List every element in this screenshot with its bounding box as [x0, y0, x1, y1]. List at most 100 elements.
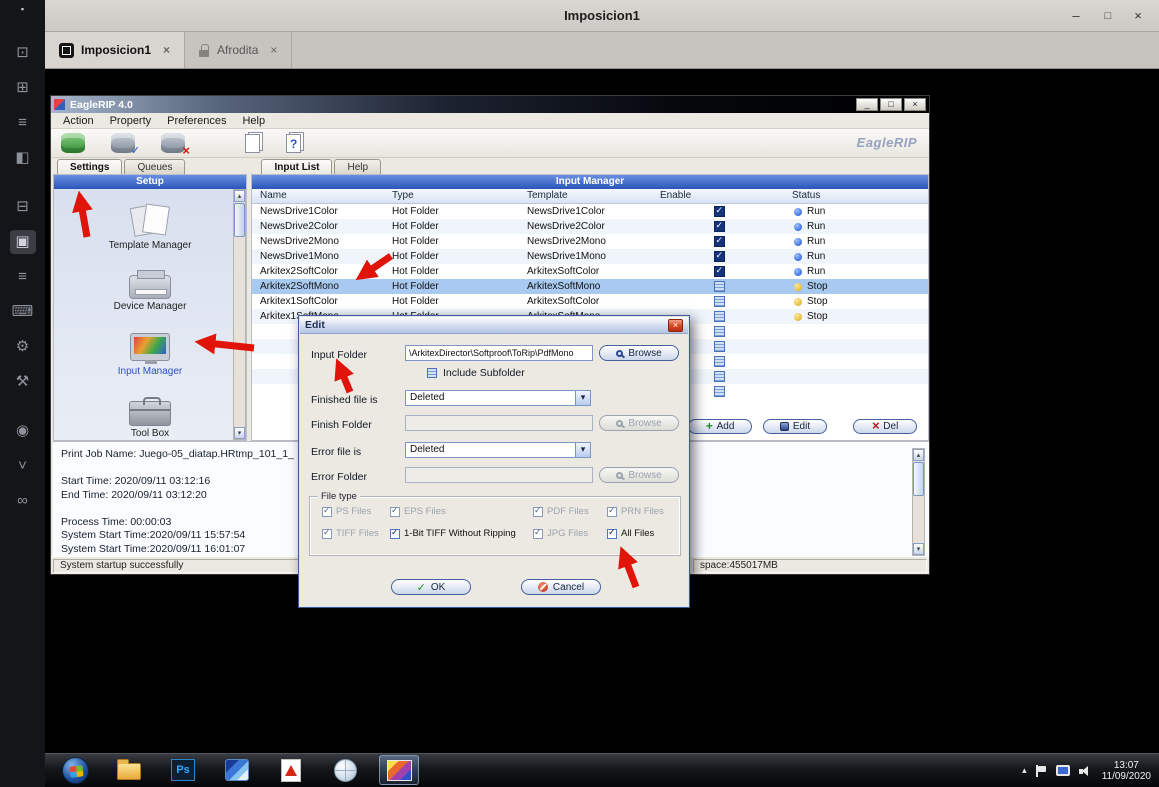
enable-checkbox[interactable] — [714, 221, 725, 232]
eaglerip-maximize-button[interactable]: □ — [880, 98, 902, 111]
pdf-reader-icon[interactable] — [271, 755, 311, 785]
menu-item[interactable]: Preferences — [159, 115, 234, 127]
display-view-icon[interactable]: ▣ — [10, 230, 36, 254]
action-center-flag-icon[interactable] — [1036, 765, 1047, 777]
scroll-thumb[interactable] — [913, 462, 924, 496]
photoshop-icon[interactable]: Ps — [163, 755, 203, 785]
input-folder-field[interactable] — [405, 345, 593, 361]
close-button[interactable]: × — [1127, 8, 1149, 23]
edit-dialog-titlebar[interactable]: Edit × — [300, 317, 688, 334]
enable-checkbox[interactable] — [714, 386, 725, 397]
del-button[interactable]: Del — [853, 419, 917, 434]
link-icon[interactable]: ∞ — [10, 489, 36, 513]
tab-imposicion1[interactable]: Imposicion1 × — [45, 32, 185, 68]
copy-document-icon[interactable] — [245, 134, 260, 153]
browser-icon[interactable] — [325, 755, 365, 785]
menu-item[interactable]: Property — [102, 115, 160, 127]
scroll-down-icon[interactable] — [913, 543, 924, 555]
viewer-titlebar[interactable]: Imposicion1 – □ × — [45, 0, 1159, 32]
explorer-icon[interactable] — [109, 755, 149, 785]
fullscreen-icon[interactable]: ⊞ — [10, 76, 36, 100]
ps-files-checkbox[interactable]: PS Files — [322, 506, 390, 517]
tab-close-icon[interactable]: × — [270, 43, 277, 57]
eaglerip-close-button[interactable]: × — [904, 98, 926, 111]
keyboard-icon[interactable]: ⌨ — [10, 300, 36, 324]
column-header-name[interactable]: Name — [260, 190, 287, 201]
enable-checkbox[interactable] — [714, 266, 725, 277]
enable-checkbox[interactable] — [714, 326, 725, 337]
tab-settings[interactable]: Settings — [57, 159, 122, 174]
add-button[interactable]: Add — [688, 419, 752, 434]
enable-checkbox[interactable] — [714, 296, 725, 307]
input-row[interactable]: Arkitex2SoftColor Hot Folder ArkitexSoft… — [252, 264, 928, 279]
chevron-down-icon[interactable]: ˅ — [10, 454, 36, 478]
enable-checkbox[interactable] — [714, 206, 725, 217]
enable-checkbox[interactable] — [714, 251, 725, 262]
column-header-type[interactable]: Type — [392, 190, 414, 201]
tab-queues[interactable]: Queues — [124, 159, 185, 174]
finished-file-select[interactable]: Deleted — [405, 390, 591, 406]
input-row[interactable]: Arkitex1SoftColor Hot Folder ArkitexSoft… — [252, 294, 928, 309]
jpg-files-checkbox[interactable]: JPG Files — [533, 528, 607, 539]
edit-dialog-close-button[interactable]: × — [668, 319, 683, 332]
cancel-button[interactable]: Cancel — [521, 579, 601, 595]
input-row[interactable]: Arkitex2SoftMono Hot Folder ArkitexSoftM… — [252, 279, 928, 294]
volume-icon[interactable] — [1079, 765, 1093, 777]
column-header-status[interactable]: Status — [792, 190, 820, 201]
input-row[interactable]: NewsDrive2Color Hot Folder NewsDrive2Col… — [252, 219, 928, 234]
display-tray-icon[interactable] — [1056, 765, 1070, 776]
clock[interactable]: 13:07 11/09/2020 — [1102, 760, 1155, 782]
menu-item[interactable]: Help — [234, 115, 273, 127]
enable-checkbox[interactable] — [714, 281, 725, 292]
all-files-checkbox[interactable]: All Files — [607, 528, 678, 539]
setup-item-device-manager[interactable]: Device Manager — [85, 272, 215, 312]
setup-item-template-manager[interactable]: Template Manager — [85, 205, 215, 251]
column-header-template[interactable]: Template — [527, 190, 568, 201]
column-header-enable[interactable]: Enable — [660, 190, 691, 201]
delete-queue-icon[interactable] — [161, 133, 185, 153]
setup-item-input-manager[interactable]: Input Manager — [85, 333, 215, 377]
menu-item[interactable]: Action — [55, 115, 102, 127]
enable-checkbox[interactable] — [714, 236, 725, 247]
job-info-scrollbar[interactable] — [912, 448, 925, 556]
tools-icon[interactable]: ⚒ — [10, 370, 36, 394]
eaglerip-minimize-button[interactable]: _ — [856, 98, 878, 111]
one-bit-tiff-checkbox[interactable]: 1-Bit TIFF Without Ripping — [390, 528, 533, 539]
frame-icon[interactable]: ⊟ — [10, 195, 36, 219]
minimize-button[interactable]: – — [1065, 8, 1087, 23]
input-row[interactable]: NewsDrive1Mono Hot Folder NewsDrive1Mono… — [252, 249, 928, 264]
settings-gear-icon[interactable]: ⚙ — [10, 335, 36, 359]
tab-help[interactable]: Help — [334, 159, 381, 174]
input-folder-browse-button[interactable]: Browse — [599, 345, 679, 361]
tab-afrodita[interactable]: Afrodita × — [185, 32, 292, 68]
split-window-icon[interactable]: ◧ — [10, 146, 36, 170]
start-button[interactable] — [55, 755, 95, 785]
blue-app-icon[interactable] — [217, 755, 257, 785]
eps-files-checkbox[interactable]: EPS Files — [390, 506, 533, 517]
eaglerip-titlebar[interactable]: EagleRIP 4.0 _ □ × — [51, 96, 929, 113]
ok-button[interactable]: OK — [391, 579, 471, 595]
list-icon[interactable]: ≡ — [10, 111, 36, 135]
help-icon[interactable] — [286, 134, 301, 153]
error-file-select[interactable]: Deleted — [405, 442, 591, 458]
tab-input-list[interactable]: Input List — [261, 159, 332, 174]
eaglerip-taskbar-icon[interactable] — [379, 755, 419, 785]
pdf-files-checkbox[interactable]: PDF Files — [533, 506, 607, 517]
enable-checkbox[interactable] — [714, 371, 725, 382]
input-row[interactable]: NewsDrive1Color Hot Folder NewsDrive1Col… — [252, 204, 928, 219]
capture-region-icon[interactable]: ⊡ — [10, 41, 36, 65]
edit-button[interactable]: Edit — [763, 419, 827, 434]
prn-files-checkbox[interactable]: PRN Files — [607, 506, 678, 517]
input-row[interactable]: NewsDrive2Mono Hot Folder NewsDrive2Mono… — [252, 234, 928, 249]
enable-checkbox[interactable] — [714, 311, 725, 322]
scroll-up-icon[interactable] — [913, 449, 924, 461]
enable-checkbox[interactable] — [714, 356, 725, 367]
enable-checkbox[interactable] — [714, 341, 725, 352]
tiff-files-checkbox[interactable]: TIFF Files — [322, 528, 390, 539]
menu-icon[interactable]: ≡ — [10, 265, 36, 289]
maximize-button[interactable]: □ — [1097, 10, 1119, 22]
app-mark-icon[interactable]: ▪ — [10, 3, 36, 15]
enable-queue-icon[interactable] — [111, 133, 135, 153]
camera-icon[interactable]: ◉ — [10, 419, 36, 443]
tab-close-icon[interactable]: × — [163, 43, 170, 57]
